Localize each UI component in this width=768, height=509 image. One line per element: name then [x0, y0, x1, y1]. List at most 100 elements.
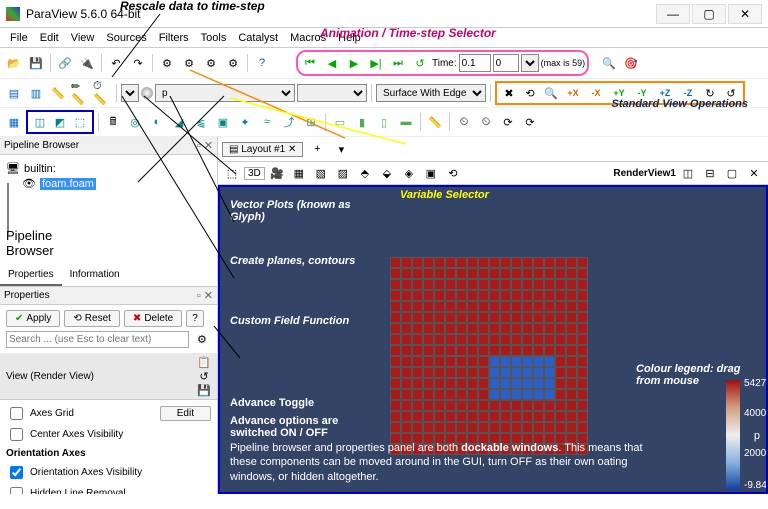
minimize-button[interactable]: —	[656, 4, 690, 24]
cube-solid-button[interactable]: ◩	[50, 112, 70, 132]
pipeline-item-builtin[interactable]: 🖥 builtin:	[6, 161, 211, 176]
reset-button[interactable]: ⟲Reset	[64, 310, 120, 327]
play-button[interactable]: ▶	[344, 53, 364, 73]
representation-dropdown[interactable]: Surface With Edges	[376, 84, 486, 102]
rv-tool-2[interactable]: ▦	[289, 163, 309, 183]
menu-view[interactable]: View	[65, 30, 101, 46]
last-frame-button[interactable]: ⏭	[388, 53, 408, 73]
rv-split-h-button[interactable]: ◫	[678, 163, 698, 183]
delete-button[interactable]: ✖Delete	[124, 310, 182, 327]
axes-grid-checkbox[interactable]	[10, 407, 23, 420]
next-frame-button[interactable]: ▶|	[366, 53, 386, 73]
menu-catalyst[interactable]: Catalyst	[232, 30, 284, 46]
rescale-timestep-button[interactable]: ⏱📏	[92, 83, 112, 103]
layout-tab[interactable]: ▤ Layout #1 ✕	[222, 142, 303, 157]
rescale-custom-button[interactable]: ✏📏	[70, 83, 90, 103]
view-copy-button[interactable]: 📋	[197, 355, 211, 369]
view-reset-button[interactable]: ⟲	[520, 83, 540, 103]
selection-d-button[interactable]: ▬	[396, 112, 416, 132]
first-frame-button[interactable]: ⏮	[300, 53, 320, 73]
plus-x-button[interactable]: +X	[562, 84, 584, 102]
cube-wire-button[interactable]: ⬚	[70, 112, 90, 132]
plus-z-button[interactable]: +Z	[654, 84, 676, 102]
stream-button[interactable]: ≈	[257, 112, 277, 132]
pipeline-close-button[interactable]: ▫ ✕	[197, 139, 213, 152]
menu-help[interactable]: Help	[332, 30, 367, 46]
undo-button[interactable]: ↶	[106, 53, 126, 73]
menu-file[interactable]: File	[4, 30, 34, 46]
color-map-2-button[interactable]: ▥	[26, 83, 46, 103]
minus-x-button[interactable]: -X	[585, 84, 607, 102]
rv-tool-5[interactable]: ⬘	[355, 163, 375, 183]
mode-3d-label[interactable]: 3D	[244, 167, 265, 180]
zoom-to-data-button[interactable]: 🔍	[541, 83, 561, 103]
menu-filters[interactable]: Filters	[153, 30, 195, 46]
tool-button-d[interactable]: ⚙	[223, 53, 243, 73]
scalar-mode-dropdown[interactable]	[121, 84, 139, 102]
save-button[interactable]: 💾	[26, 53, 46, 73]
loop-button[interactable]: ↺	[410, 53, 430, 73]
cube-outline-button[interactable]: ◫	[30, 112, 50, 132]
clip-button[interactable]: ◐	[147, 112, 167, 132]
plus-y-button[interactable]: +Y	[608, 84, 630, 102]
threshold-button[interactable]: ⫹	[191, 112, 211, 132]
open-button[interactable]: 📂	[4, 53, 24, 73]
rv-close-button[interactable]: ✕	[744, 163, 764, 183]
variable-selector-dropdown[interactable]: p	[155, 84, 295, 102]
tool-button-a[interactable]: ⚙	[157, 53, 177, 73]
rv-max-button[interactable]: ▢	[722, 163, 742, 183]
tab-properties[interactable]: Properties	[0, 265, 62, 286]
orientation-axes-checkbox[interactable]	[10, 466, 23, 479]
pipeline-item-foam[interactable]: 👁 foam.foam	[22, 176, 211, 191]
menu-sources[interactable]: Sources	[100, 30, 152, 46]
view-restore-button[interactable]: ↺	[197, 369, 211, 383]
tab-information[interactable]: Information	[62, 265, 128, 286]
timer-b-button[interactable]: ⏲	[476, 112, 496, 132]
menu-macros[interactable]: Macros	[284, 30, 332, 46]
ruler-button[interactable]: 📏	[425, 112, 445, 132]
calculator-button[interactable]: 🖩	[103, 112, 123, 132]
render-view[interactable]: Variable Selector Vector Plots (known as…	[218, 185, 768, 494]
timer-d-button[interactable]: ⟳	[520, 112, 540, 132]
menu-edit[interactable]: Edit	[34, 30, 65, 46]
color-legend[interactable]: 5427.723 4000 2000 -9.843 p	[726, 380, 740, 490]
rv-tool-4[interactable]: ▨	[333, 163, 353, 183]
view-save-button[interactable]: 💾	[197, 383, 211, 397]
props-help-button[interactable]: ?	[186, 310, 204, 327]
spreadsheet-button[interactable]: ▦	[4, 112, 24, 132]
advance-toggle-button[interactable]: ⚙	[193, 329, 211, 349]
timer-c-button[interactable]: ⟳	[498, 112, 518, 132]
rescale-range-button[interactable]: 📏	[48, 83, 68, 103]
extract-button[interactable]: ▣	[213, 112, 233, 132]
properties-close-button[interactable]: ▫ ✕	[197, 289, 213, 302]
time-index-dropdown[interactable]	[521, 54, 539, 72]
rv-tool-3[interactable]: ▧	[311, 163, 331, 183]
maximize-button[interactable]: ▢	[692, 4, 726, 24]
hidden-line-checkbox[interactable]	[10, 487, 23, 494]
tool-button-b[interactable]: ⚙	[179, 53, 199, 73]
menu-tools[interactable]: Tools	[195, 30, 233, 46]
layout-menu-button[interactable]: ▾	[331, 139, 351, 159]
rv-tool-7[interactable]: ◈	[399, 163, 419, 183]
center-axes-checkbox[interactable]	[10, 428, 23, 441]
selection-a-button[interactable]: ▭	[330, 112, 350, 132]
add-layout-button[interactable]: +	[307, 139, 327, 159]
glyph-button[interactable]: ✦	[235, 112, 255, 132]
slice-button[interactable]: ◢	[169, 112, 189, 132]
minus-z-button[interactable]: -Z	[677, 84, 699, 102]
rv-tool-8[interactable]: ▣	[421, 163, 441, 183]
timer-a-button[interactable]: ⏲	[454, 112, 474, 132]
rv-split-v-button[interactable]: ⊟	[700, 163, 720, 183]
redo-button[interactable]: ↷	[128, 53, 148, 73]
contour-button[interactable]: ◎	[125, 112, 145, 132]
tool-button-c[interactable]: ⚙	[201, 53, 221, 73]
rv-tool-1[interactable]: 🎥	[267, 163, 287, 183]
component-dropdown[interactable]	[297, 84, 367, 102]
rv-tool-9[interactable]: ⟲	[443, 163, 463, 183]
disconnect-button[interactable]: 🔌	[77, 53, 97, 73]
camera-tool-button[interactable]: 🔍	[599, 53, 619, 73]
rv-tool-6[interactable]: ⬙	[377, 163, 397, 183]
pick-button[interactable]: ⬚	[222, 163, 242, 183]
time-value-input[interactable]	[459, 54, 491, 72]
color-map-button[interactable]: ▤	[4, 83, 24, 103]
